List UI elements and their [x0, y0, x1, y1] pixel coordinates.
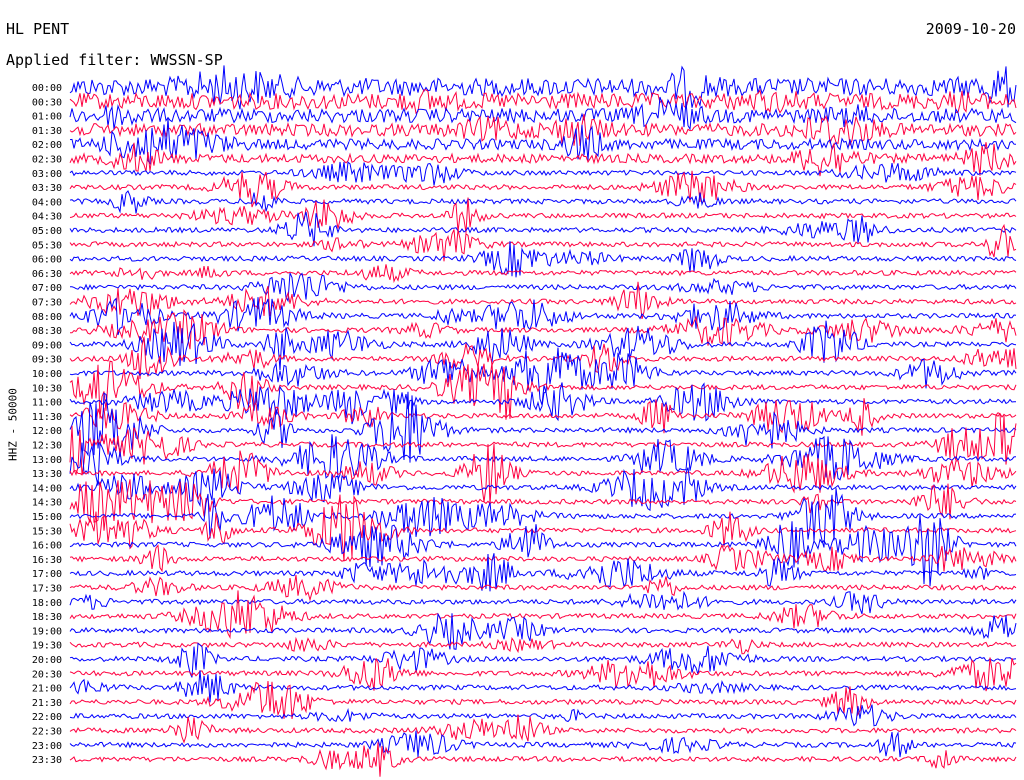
row-time-label: 06:00 — [32, 255, 62, 266]
trace-0230 — [69, 141, 1017, 177]
row-time-label: 19:30 — [32, 641, 62, 652]
row-time-label: 01:00 — [32, 112, 62, 123]
row-time-label: 17:30 — [32, 584, 62, 595]
row-time-label: 12:00 — [32, 426, 62, 437]
trace-1630 — [69, 543, 1017, 573]
row-time-label: 04:30 — [32, 212, 62, 223]
row-time-label: 09:30 — [32, 355, 62, 366]
trace-0000 — [69, 65, 1017, 110]
seismogram-plot: 00:00 00:30 01:00 01:30 02:00 02:30 03:00 03:30… — [32, 65, 1017, 777]
row-time-label: 09:00 — [32, 340, 62, 351]
row-time-label: 10:00 — [32, 369, 62, 380]
row-time-label: 21:30 — [32, 698, 62, 709]
row-time-label: 10:30 — [32, 383, 62, 394]
trace-1530 — [69, 494, 1017, 562]
trace-1930 — [69, 636, 1017, 655]
row-time-label: 02:00 — [32, 140, 62, 151]
row-time-label: 22:00 — [32, 712, 62, 723]
trace-0600 — [69, 241, 1017, 278]
row-time-label: 04:00 — [32, 197, 62, 208]
row-time-label: 23:00 — [32, 741, 62, 752]
row-time-label: 00:00 — [32, 83, 62, 94]
row-time-label: 22:30 — [32, 727, 62, 738]
row-time-label: 08:00 — [32, 312, 62, 323]
row-time-label: 13:00 — [32, 455, 62, 466]
trace-2000 — [69, 642, 1017, 678]
row-time-label: 15:00 — [32, 512, 62, 523]
trace-2300 — [69, 730, 1017, 758]
row-time-label: 05:30 — [32, 240, 62, 251]
row-time-label: 11:30 — [32, 412, 62, 423]
row-time-label: 16:00 — [32, 541, 62, 552]
row-time-label: 07:00 — [32, 283, 62, 294]
row-time-label: 03:00 — [32, 169, 62, 180]
row-time-label: 18:00 — [32, 598, 62, 609]
row-time-label: 11:00 — [32, 398, 62, 409]
row-time-label: 05:00 — [32, 226, 62, 237]
row-time-label: 20:00 — [32, 655, 62, 666]
row-time-label: 00:30 — [32, 97, 62, 108]
trace-1800 — [69, 590, 1017, 615]
row-time-label: 21:00 — [32, 684, 62, 695]
trace-1230 — [69, 412, 1017, 476]
trace-0300 — [69, 161, 1017, 186]
row-time-label: 08:30 — [32, 326, 62, 337]
row-time-label: 13:30 — [32, 469, 62, 480]
row-time-label: 17:00 — [32, 569, 62, 580]
trace-0100 — [69, 96, 1017, 131]
row-time-label: 20:30 — [32, 669, 62, 680]
trace-0630 — [69, 264, 1017, 284]
row-time-label: 18:30 — [32, 612, 62, 623]
row-time-label: 14:30 — [32, 498, 62, 509]
row-time-label: 16:30 — [32, 555, 62, 566]
row-time-label: 03:30 — [32, 183, 62, 194]
row-time-label: 14:00 — [32, 483, 62, 494]
row-time-label: 19:00 — [32, 626, 62, 637]
row-time-label: 07:30 — [32, 298, 62, 309]
trace-1300 — [69, 434, 1017, 486]
row-time-label: 06:30 — [32, 269, 62, 280]
trace-2200 — [69, 704, 1017, 727]
row-time-label: 15:30 — [32, 526, 62, 537]
trace-2330 — [69, 742, 1017, 777]
trace-0400 — [69, 190, 1017, 214]
row-time-label: 02:30 — [32, 155, 62, 166]
trace-0130 — [69, 113, 1017, 147]
row-time-label: 01:30 — [32, 126, 62, 137]
row-time-label: 12:30 — [32, 441, 62, 452]
row-time-label: 23:30 — [32, 755, 62, 766]
trace-2130 — [69, 680, 1017, 719]
